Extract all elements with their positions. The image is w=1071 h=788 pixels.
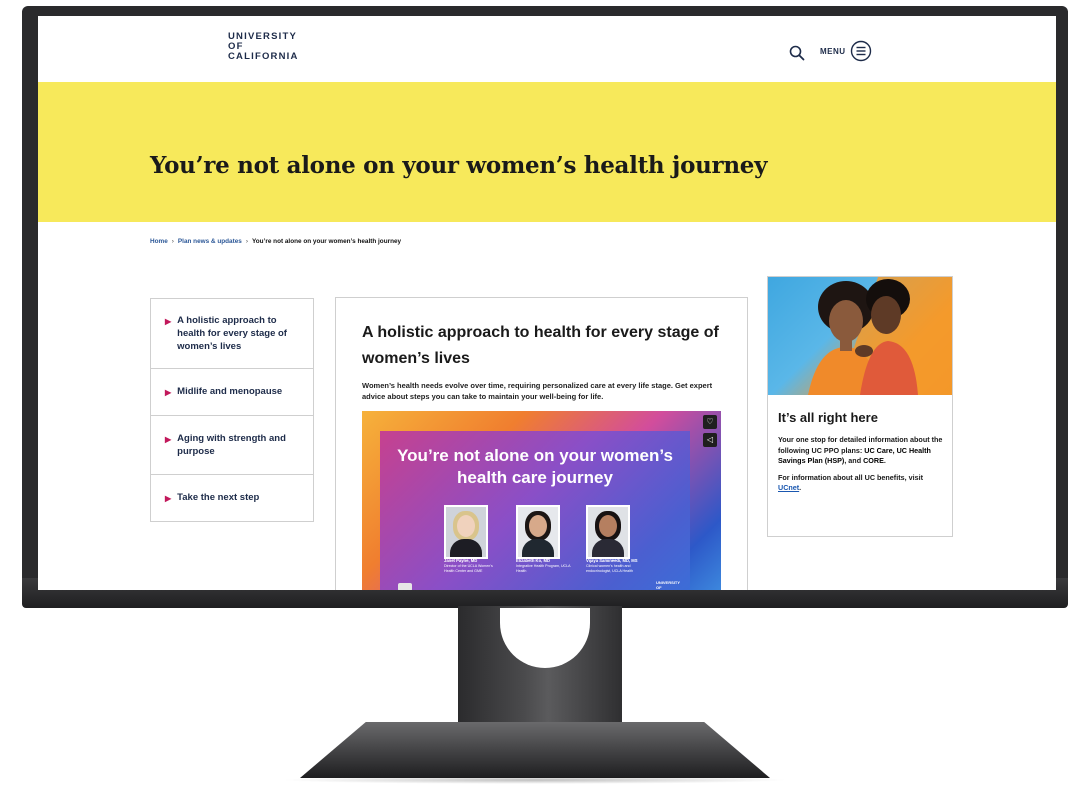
page-section-nav: ▶ A holistic approach to health for ever… <box>150 298 314 522</box>
nav-item-holistic[interactable]: ▶ A holistic approach to health for ever… <box>151 299 313 369</box>
nav-item-aging[interactable]: ▶ Aging with strength and purpose <box>151 416 313 475</box>
speaker-role-3: Clinical women’s health and endocrinolog… <box>586 563 633 573</box>
nav-item-next-step[interactable]: ▶ Take the next step <box>151 475 313 521</box>
article-card: A holistic approach to health for every … <box>335 297 748 590</box>
breadcrumb-separator: › <box>245 238 248 245</box>
speaker-role-2: Integrative Health Program, UCLA Health <box>516 563 571 573</box>
info-core-text: CORE <box>863 456 884 465</box>
breadcrumb-home[interactable]: Home <box>150 238 168 245</box>
triangle-right-icon: ▶ <box>165 494 172 503</box>
breadcrumb-plan-news[interactable]: Plan news & updates <box>178 238 242 245</box>
nav-item-label: Aging with strength and purpose <box>177 433 286 457</box>
info-more-end: . <box>799 483 802 492</box>
logo-line-3: CALIFORNIA <box>228 51 299 62</box>
info-card: It’s all right here Your one stop for de… <box>767 276 953 537</box>
heart-icon[interactable]: ♡ <box>703 415 717 429</box>
video-brand-logo: UNIVERSITY OF CALIFORNIA <box>656 580 680 590</box>
breadcrumb-current: You’re not alone on your women’s health … <box>251 238 402 245</box>
info-card-body: Your one stop for detailed information a… <box>778 435 944 500</box>
page-title: You’re not alone on your women’s health … <box>150 152 768 179</box>
triangle-right-icon: ▶ <box>165 435 172 444</box>
monitor-stand-base <box>300 722 770 778</box>
triangle-right-icon: ▶ <box>165 388 172 397</box>
speaker-role-1: Director of the UCLA Women’s Health Cent… <box>444 563 493 573</box>
nav-item-label: Midlife and menopause <box>177 386 283 397</box>
speaker-photo-1 <box>444 505 488 559</box>
nav-item-label: Take the next step <box>177 492 260 503</box>
speaker-caption-1: Janet Payne, MD Director of the UCLA Wom… <box>444 558 500 573</box>
breadcrumb: Home › Plan news & updates › You’re not alon… <box>150 238 401 245</box>
breadcrumb-separator: › <box>171 238 174 245</box>
speaker-photo-3 <box>586 505 630 559</box>
search-icon[interactable] <box>788 44 806 62</box>
info-more-text: For information about all UC benefits, v… <box>778 472 923 482</box>
speaker-caption-2: Elizabeth Ko, MD Integrative Health Prog… <box>516 558 572 573</box>
video-control-bar[interactable] <box>398 583 412 590</box>
menu-label[interactable]: MENU <box>820 47 846 56</box>
speaker-caption-3: Vijaya Samineedi, MD, MS Clinical women’… <box>586 558 642 573</box>
info-end-text: . <box>883 456 886 465</box>
info-and-text: , and <box>844 456 864 465</box>
info-card-title: It’s all right here <box>778 410 878 425</box>
monitor-shadow <box>280 776 790 784</box>
video-title: You’re not alone on your women’s health … <box>397 446 673 487</box>
uc-logo[interactable]: UNIVERSITY OF CALIFORNIA <box>228 32 299 62</box>
hero-photo-two-women <box>768 277 952 395</box>
section-description: Women’s health needs evolve over time, r… <box>362 381 713 401</box>
info-card-paragraph-1: Your one stop for detailed information a… <box>778 435 944 467</box>
info-card-paragraph-2: For information about all UC benefits, v… <box>778 473 944 494</box>
speaker-photo-2 <box>516 505 560 559</box>
video-player[interactable]: You’re not alone on your women’s health … <box>362 411 721 590</box>
nav-item-label: A holistic approach to health for every … <box>177 315 287 352</box>
ucnet-link[interactable]: UCnet <box>778 483 799 492</box>
share-icon[interactable]: ◁ <box>703 433 717 447</box>
triangle-right-icon: ▶ <box>165 317 172 326</box>
nav-item-midlife[interactable]: ▶ Midlife and menopause <box>151 369 313 416</box>
hamburger-menu-icon[interactable] <box>850 40 872 62</box>
browser-screen: UNIVERSITY OF CALIFORNIA MENU You’re not… <box>38 16 1056 590</box>
section-heading: A holistic approach to health for every … <box>362 324 719 367</box>
hero-banner: You’re not alone on your women’s health … <box>38 82 1056 222</box>
video-thumbnail[interactable]: You’re not alone on your women’s health … <box>380 431 690 590</box>
